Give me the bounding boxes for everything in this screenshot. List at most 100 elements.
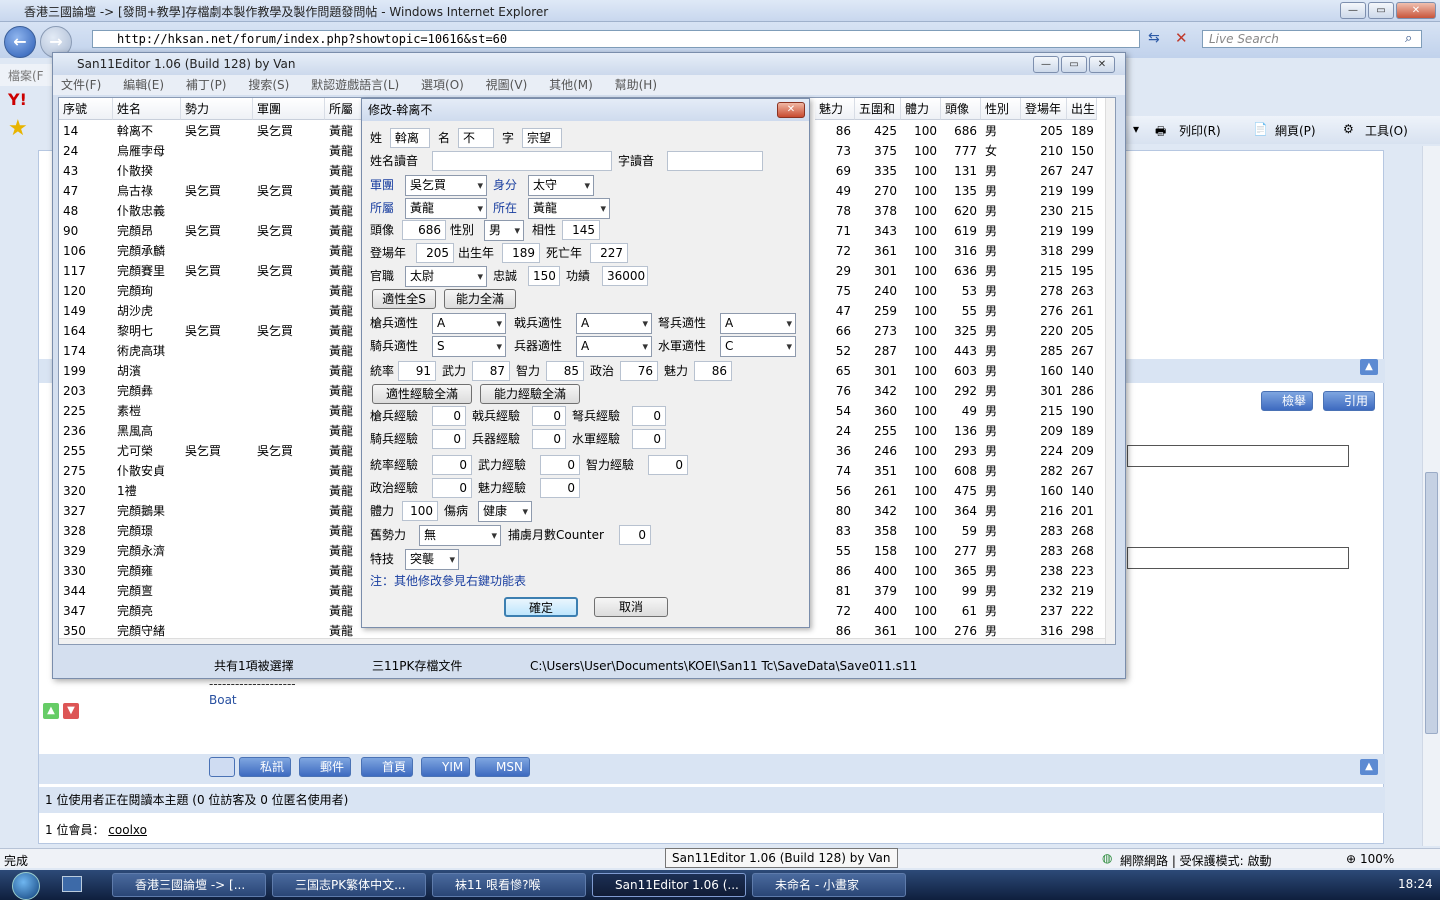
rank-select[interactable]: 太守 bbox=[528, 175, 594, 196]
search-input[interactable]: Live Search bbox=[1202, 30, 1422, 48]
email-button[interactable]: 郵件 bbox=[299, 757, 352, 777]
ability-full-button[interactable]: 能力全滿 bbox=[444, 289, 516, 309]
menu-edit[interactable]: 編輯(E) bbox=[123, 78, 164, 92]
favorites-star-icon[interactable]: ★ bbox=[8, 116, 28, 141]
msn-button[interactable]: MSN bbox=[475, 757, 530, 777]
belong-select[interactable]: 黃龍 bbox=[405, 198, 487, 219]
page-scrollbar[interactable] bbox=[1422, 146, 1440, 846]
surname-field[interactable]: 斡离 bbox=[390, 128, 430, 148]
home-button[interactable]: 首頁 bbox=[361, 757, 414, 777]
column-header[interactable]: 序號 bbox=[59, 98, 113, 120]
capture-field[interactable]: 0 bbox=[619, 525, 651, 545]
affinity-field[interactable]: 145 bbox=[562, 220, 600, 240]
quote-button[interactable]: 引用 bbox=[1323, 391, 1376, 411]
charm-exp-field[interactable]: 0 bbox=[540, 478, 580, 498]
halberd-apt-select[interactable]: A bbox=[576, 313, 652, 334]
navy-apt-select[interactable]: C bbox=[720, 336, 796, 357]
address-input[interactable]: http://hksan.net/forum/index.php?showtop… bbox=[92, 30, 1140, 48]
editor-minimize-button[interactable]: — bbox=[1033, 56, 1059, 73]
grid-hscrollbar[interactable] bbox=[59, 638, 1105, 644]
grid-vscrollbar[interactable] bbox=[1105, 98, 1115, 644]
page-scrollbar-thumb[interactable] bbox=[1425, 472, 1438, 734]
politics-field[interactable]: 76 bbox=[620, 361, 658, 381]
office-select[interactable]: 太尉 bbox=[405, 266, 487, 287]
cavalry-apt-select[interactable]: S bbox=[432, 336, 506, 357]
refresh-icon[interactable]: ⇆ bbox=[1148, 30, 1160, 46]
leadership-exp-field[interactable]: 0 bbox=[432, 455, 472, 475]
maximize-button[interactable]: ▭ bbox=[1368, 2, 1394, 19]
merit-field[interactable]: 36000 bbox=[602, 266, 648, 286]
column-header[interactable]: 五圍和 bbox=[855, 98, 901, 120]
intel-field[interactable]: 85 bbox=[546, 361, 584, 381]
face-field[interactable]: 686 bbox=[402, 220, 446, 240]
halberd-exp-field[interactable]: 0 bbox=[532, 406, 566, 426]
skill-select[interactable]: 突襲 bbox=[405, 549, 459, 570]
minimize-button[interactable]: — bbox=[1340, 2, 1366, 19]
siege-exp-field[interactable]: 0 bbox=[532, 429, 566, 449]
page-icon[interactable]: 📄 bbox=[1253, 122, 1268, 136]
navy-exp-field[interactable]: 0 bbox=[632, 429, 666, 449]
intel-exp-field[interactable]: 0 bbox=[648, 455, 688, 475]
security-zone[interactable]: 網際網路 | 受保護模式: 啟動 bbox=[1120, 852, 1272, 869]
column-header[interactable]: 姓名 bbox=[113, 98, 181, 120]
ie-menu-partial[interactable]: 檔案(F bbox=[0, 64, 56, 86]
clock[interactable]: 18:24 bbox=[1398, 877, 1433, 891]
ability-exp-full-button[interactable]: 能力經驗全滿 bbox=[480, 384, 580, 404]
illness-select[interactable]: 健康 bbox=[478, 501, 532, 522]
taskbar-item-san11[interactable]: 三国志PK繁体中文... bbox=[272, 873, 426, 897]
show-desktop-icon[interactable] bbox=[62, 876, 82, 892]
taskbar-item-ie[interactable]: 香港三國論壇 -> [... bbox=[112, 873, 266, 897]
menu-search[interactable]: 搜索(S) bbox=[248, 78, 289, 92]
birth-field[interactable]: 189 bbox=[502, 243, 540, 263]
close-button[interactable]: ✕ bbox=[1396, 2, 1436, 19]
loyalty-field[interactable]: 150 bbox=[528, 266, 560, 286]
menu-language[interactable]: 默認遊戲語言(L) bbox=[311, 78, 399, 92]
war-exp-field[interactable]: 0 bbox=[540, 455, 580, 475]
vote-down-icon[interactable]: ▼ bbox=[63, 703, 79, 719]
column-header[interactable]: 出生 bbox=[1067, 98, 1097, 120]
charm-field[interactable]: 86 bbox=[694, 361, 732, 381]
menu-view[interactable]: 視圖(V) bbox=[486, 78, 528, 92]
column-header[interactable]: 軍團 bbox=[253, 98, 325, 120]
column-header[interactable]: 登場年 bbox=[1021, 98, 1067, 120]
zoom-level[interactable]: 100% bbox=[1360, 852, 1394, 866]
editor-close-button[interactable]: ✕ bbox=[1089, 56, 1115, 73]
bow-exp-field[interactable]: 0 bbox=[632, 406, 666, 426]
column-header[interactable]: 頭像 bbox=[941, 98, 981, 120]
print-button[interactable]: 列印(R) bbox=[1179, 122, 1221, 139]
vote-up-icon[interactable]: ▲ bbox=[43, 703, 59, 719]
chevron-down-icon[interactable]: ▾ bbox=[1133, 122, 1139, 136]
taskbar-item-window[interactable]: 袜11 哏看慘?喉 bbox=[432, 873, 586, 897]
page-button[interactable]: 網頁(P) bbox=[1275, 122, 1316, 139]
siege-apt-select[interactable]: A bbox=[576, 336, 652, 357]
tools-button[interactable]: 工具(O) bbox=[1365, 122, 1408, 139]
scroll-top-icon[interactable]: ▲ bbox=[1360, 759, 1378, 775]
editor-maximize-button[interactable]: ▭ bbox=[1061, 56, 1087, 73]
cavalry-exp-field[interactable]: 0 bbox=[432, 429, 466, 449]
column-header[interactable]: 勢力 bbox=[181, 98, 253, 120]
column-header[interactable]: 性別 bbox=[981, 98, 1021, 120]
leadership-field[interactable]: 91 bbox=[398, 361, 436, 381]
pm-button[interactable]: 私訊 bbox=[239, 757, 292, 777]
dialog-close-button[interactable]: ✕ bbox=[777, 102, 805, 118]
hp-field[interactable]: 100 bbox=[402, 501, 438, 521]
spear-apt-select[interactable]: A bbox=[432, 313, 506, 334]
menu-other[interactable]: 其他(M) bbox=[549, 78, 593, 92]
menu-help[interactable]: 幫助(H) bbox=[615, 78, 657, 92]
gender-select[interactable]: 男 bbox=[484, 220, 524, 241]
start-button[interactable] bbox=[4, 870, 50, 900]
yim-button[interactable]: YIM bbox=[421, 757, 471, 777]
name-reading-field[interactable] bbox=[432, 151, 612, 171]
aptitude-all-s-button[interactable]: 適性全S bbox=[372, 289, 436, 309]
politics-exp-field[interactable]: 0 bbox=[432, 478, 472, 498]
scroll-top-icon[interactable]: ▲ bbox=[1360, 359, 1378, 375]
aptitude-exp-full-button[interactable]: 適性經驗全滿 bbox=[372, 384, 472, 404]
print-icon[interactable]: 🖶 bbox=[1155, 122, 1166, 143]
column-header[interactable]: 魅力 bbox=[815, 98, 855, 120]
gear-icon[interactable]: ⚙ bbox=[1343, 122, 1354, 136]
death-field[interactable]: 227 bbox=[590, 243, 628, 263]
bow-apt-select[interactable]: A bbox=[720, 313, 796, 334]
location-select[interactable]: 黃龍 bbox=[528, 198, 610, 219]
menu-options[interactable]: 選項(O) bbox=[421, 78, 464, 92]
style-field[interactable]: 宗望 bbox=[522, 128, 562, 148]
